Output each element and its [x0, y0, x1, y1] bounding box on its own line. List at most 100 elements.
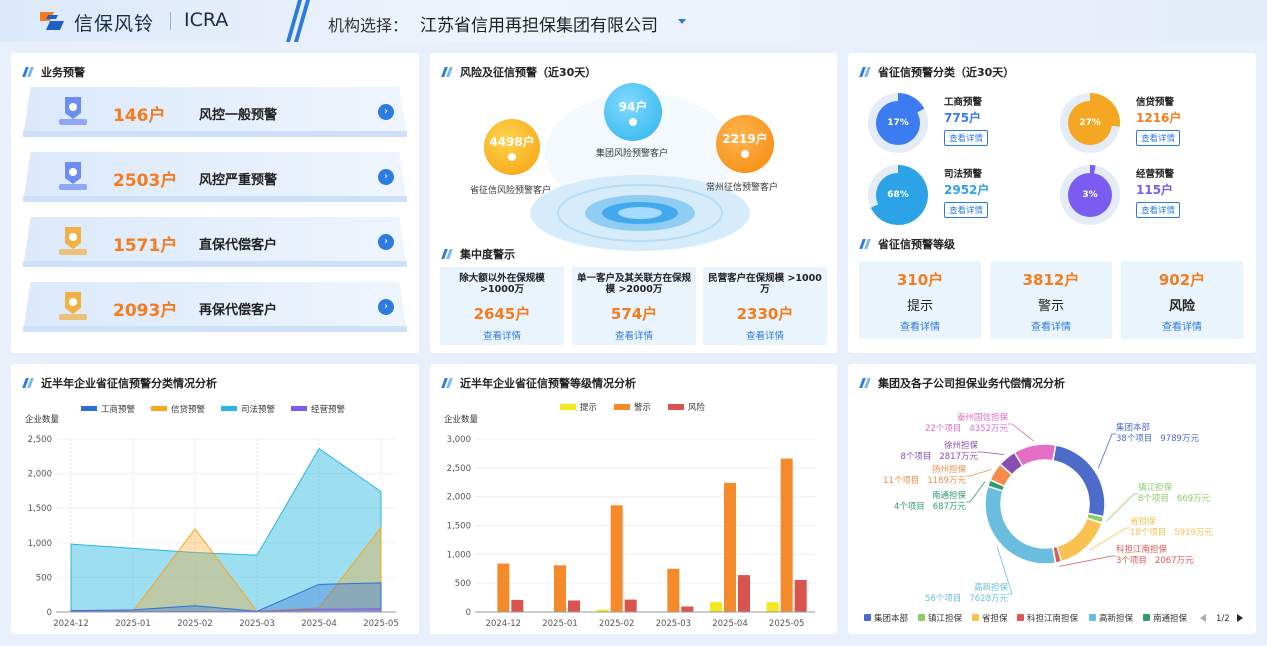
legend-swatch[interactable] [81, 406, 97, 411]
alert-label: 直保代偿客户 [199, 238, 278, 253]
legend-prev-icon[interactable] [1200, 614, 1206, 622]
donut-slice[interactable] [1056, 517, 1103, 563]
bar[interactable] [667, 568, 680, 612]
legend-swatch[interactable] [864, 614, 871, 621]
legend-label[interactable]: 工商预警 [101, 404, 136, 415]
bar[interactable] [724, 482, 736, 612]
slice-projects: 56个项目 [925, 594, 961, 604]
bar[interactable] [511, 599, 524, 612]
legend-swatch[interactable] [918, 614, 925, 621]
org-select-value[interactable]: 江苏省信用再担保集团有限公司 [420, 11, 658, 36]
label-leader [966, 481, 986, 503]
legend-label[interactable]: 司法预警 [241, 404, 276, 415]
legend-label[interactable]: 集团本部 [874, 613, 909, 624]
shield-lock-icon [59, 97, 87, 125]
donut-slice[interactable] [984, 485, 1057, 565]
legend-swatch[interactable] [614, 404, 630, 410]
alert-row[interactable]: 2093户 再保代偿客户 › [23, 282, 407, 332]
y-axis-label: 企业数量 [25, 414, 60, 425]
view-details-link[interactable]: 查看详情 [440, 328, 564, 342]
classification-value: 115户 [1136, 183, 1174, 197]
donut-slice[interactable] [1013, 443, 1057, 468]
shield-document-icon [59, 162, 87, 190]
legend-swatch[interactable] [972, 614, 979, 621]
alert-label: 风控一般预警 [199, 108, 278, 123]
legend-swatch[interactable] [221, 406, 237, 411]
legend-swatch[interactable] [291, 406, 307, 411]
legend-next-icon[interactable] [1237, 614, 1243, 622]
legend-label[interactable]: 经营预警 [311, 404, 346, 415]
chevron-right-icon[interactable]: › [378, 169, 394, 185]
legend-swatch[interactable] [1143, 614, 1150, 621]
legend-swatch[interactable] [1017, 614, 1024, 621]
view-details-button[interactable]: 查看详情 [944, 202, 989, 218]
donut-slice[interactable] [1052, 444, 1106, 518]
legend-label[interactable]: 风险 [688, 402, 706, 413]
legend-label[interactable]: 镇江担保 [928, 613, 963, 624]
slice-amount: 1189万元 [927, 476, 966, 486]
classification-ring: 17% [868, 93, 928, 153]
classification-ring: 3% [1060, 165, 1120, 225]
bar[interactable] [766, 602, 779, 612]
legend-label[interactable]: 省担保 [982, 613, 1008, 624]
view-details-link[interactable]: 查看详情 [572, 328, 696, 342]
slice-name: 镇江担保 [1138, 482, 1173, 493]
bar[interactable] [738, 575, 750, 612]
view-details-link[interactable]: 查看详情 [1121, 318, 1243, 333]
caret-down-icon[interactable] [678, 19, 686, 24]
chevron-right-icon[interactable]: › [378, 299, 394, 315]
view-details-link[interactable]: 查看详情 [859, 318, 981, 333]
bar[interactable] [554, 565, 566, 612]
slice-projects: 22个项目 [925, 424, 961, 434]
slice-name: 集团本部 [1116, 422, 1151, 433]
bubble-province-credit[interactable]: 4498户 [484, 119, 540, 175]
alert-row[interactable]: 146户 风控一般预警 › [23, 87, 407, 137]
bar[interactable] [710, 602, 722, 612]
app-brand-en: ICRA [184, 9, 229, 31]
slice-detail: 8个项目 2817万元 [900, 452, 978, 462]
bubble-label: 省征信风险预警客户 [470, 186, 552, 196]
label-leader [1097, 433, 1116, 469]
bar[interactable] [610, 505, 623, 612]
legend-swatch[interactable] [560, 404, 576, 410]
y-tick-label: 1,000 [28, 539, 52, 549]
bar[interactable] [780, 458, 793, 612]
bar[interactable] [624, 599, 637, 612]
legend-label[interactable]: 科担江南担保 [1027, 613, 1079, 624]
alert-row[interactable]: 1571户 直保代偿客户 › [23, 217, 407, 267]
classification-name: 工商预警 [944, 97, 983, 108]
legend-label[interactable]: 南通担保 [1153, 613, 1188, 624]
legend-label[interactable]: 信贷预警 [171, 404, 206, 415]
alert-row[interactable]: 2503户 风控严重预警 › [23, 152, 407, 202]
view-details-button[interactable]: 查看详情 [1136, 202, 1181, 218]
legend-label[interactable]: 警示 [634, 402, 651, 413]
y-tick-label: 0 [466, 608, 471, 618]
bar[interactable] [681, 606, 694, 612]
legend-label[interactable]: 提示 [580, 402, 597, 413]
brand-divider [170, 12, 171, 30]
chevron-right-icon[interactable]: › [378, 234, 394, 250]
chevron-right-icon[interactable]: › [378, 104, 394, 120]
legend-swatch[interactable] [151, 406, 167, 411]
y-tick-label: 3,000 [447, 435, 471, 445]
x-tick-label: 2025-03 [656, 619, 692, 629]
view-details-link[interactable]: 查看详情 [703, 328, 827, 342]
bar[interactable] [497, 563, 510, 612]
bubble-group-risk[interactable]: 94户 [604, 83, 662, 141]
bar[interactable] [568, 600, 580, 612]
legend-label[interactable]: 高新担保 [1099, 613, 1134, 624]
legend-swatch[interactable] [668, 404, 684, 410]
classification-ring: 68% [868, 165, 928, 225]
title-bars-icon [22, 67, 35, 77]
view-details-link[interactable]: 查看详情 [990, 318, 1112, 333]
legend-swatch[interactable] [1089, 614, 1096, 621]
view-details-button[interactable]: 查看详情 [1136, 130, 1181, 146]
view-details-button[interactable]: 查看详情 [944, 130, 989, 146]
y-tick-label: 2,000 [28, 470, 52, 480]
panel-title: 风险及征信预警（近30天） [441, 64, 596, 80]
y-tick-label: 1,000 [447, 550, 471, 560]
bubble-changzhou-credit[interactable]: 2219户 [716, 115, 774, 173]
area-chart: 工商预警 信贷预警 司法预警 经营预警企业数量 0 500 1,000 1,500 2,000 2… [25, 404, 399, 629]
classification-panel: 省征信预警分类（近30天） 17% 工商预警 775户 查看详情 27% 信贷预警 1216… [848, 53, 1256, 353]
bar[interactable] [794, 579, 807, 612]
